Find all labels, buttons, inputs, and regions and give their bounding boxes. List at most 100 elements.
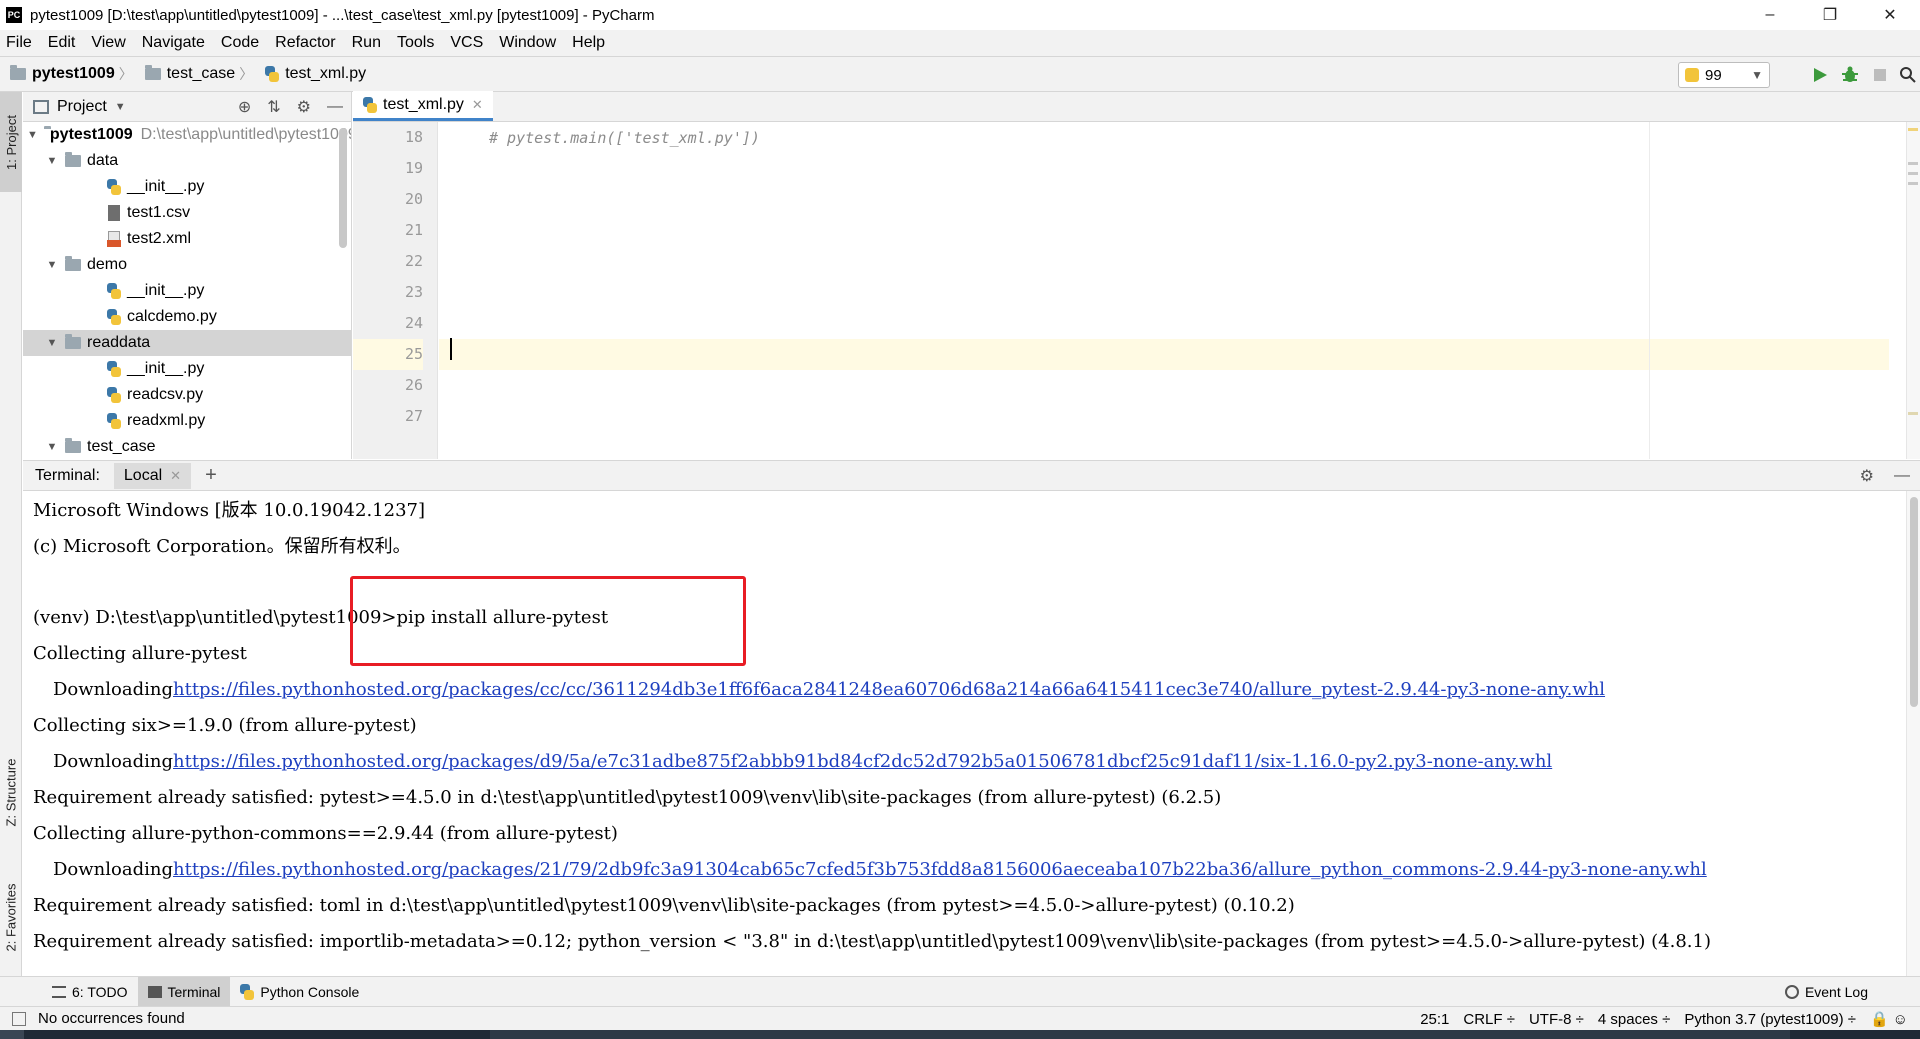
code-line[interactable]: # pytest.main(['test_xml.py']) [439, 122, 1889, 153]
terminal-line: Downloading https://files.pythonhosted.o… [33, 851, 1893, 887]
editor-scrollbar[interactable] [1906, 122, 1920, 459]
file-encoding[interactable]: UTF-8 ÷ [1529, 1011, 1584, 1028]
breadcrumb-folder[interactable]: test_case 〉 [144, 64, 259, 84]
folder-icon [65, 152, 81, 167]
breadcrumb-project[interactable]: pytest1009 〉 [10, 64, 139, 84]
terminal-tab-local[interactable]: Local ✕ [113, 462, 192, 489]
hide-icon[interactable]: — [327, 98, 343, 116]
chevron-down-icon[interactable]: ▼ [45, 155, 59, 167]
chevron-down-icon[interactable]: ▼ [45, 441, 59, 453]
gear-icon[interactable]: ⚙ [1860, 466, 1874, 486]
editor: test_xml.py ✕ 18 19 20 21 22 23 24 25 26… [353, 91, 1920, 459]
terminal-text: Requirement already satisfied: importlib… [33, 930, 1711, 952]
menu-refactor[interactable]: Refactor [275, 34, 335, 52]
tree-item-label: readxml.py [127, 412, 206, 429]
python-console-icon [240, 983, 255, 1000]
menu-view[interactable]: View [91, 34, 125, 52]
gear-icon[interactable]: ⚙ [297, 97, 311, 117]
run-icon[interactable] [1810, 65, 1830, 85]
download-link[interactable]: https://files.pythonhosted.org/packages/… [173, 751, 1552, 772]
tree-item-demo[interactable]: ▼ demo [23, 252, 351, 278]
indent-setting[interactable]: 4 spaces ÷ [1598, 1011, 1670, 1028]
chevron-down-icon[interactable]: ▼ [45, 259, 59, 271]
project-scrollbar[interactable] [339, 128, 347, 248]
tree-item-file[interactable]: __init__.py [23, 278, 351, 304]
tree-item-readdata[interactable]: ▼ readdata [23, 330, 351, 356]
terminal-text: Downloading [53, 858, 173, 880]
menu-window[interactable]: Window [499, 34, 556, 52]
tree-item-root[interactable]: ▼ pytest1009 D:\test\app\untitled\pytest… [23, 122, 351, 148]
terminal-tab-label: Local [123, 466, 163, 484]
tree-item-file[interactable]: calcdemo.py [23, 304, 351, 330]
menu-code[interactable]: Code [221, 34, 259, 52]
tree-item-file[interactable]: __init__.py [23, 174, 351, 200]
breadcrumb-file[interactable]: test_xml.py [265, 65, 366, 83]
menu-help[interactable]: Help [572, 34, 605, 52]
inspector-icon[interactable]: ☺ [1893, 1011, 1908, 1028]
tree-item-file[interactable]: readcsv.py [23, 382, 351, 408]
line-number: 24 [404, 314, 423, 332]
tool-window-terminal[interactable]: Terminal [137, 976, 231, 1007]
minimize-button[interactable]: – [1740, 0, 1800, 30]
tree-item-data[interactable]: ▼ data [23, 148, 351, 174]
tree-item-label: demo [87, 256, 128, 273]
tree-item-label: __init__.py [127, 360, 205, 377]
terminal-scrollbar[interactable] [1906, 491, 1920, 977]
add-terminal-icon[interactable]: + [205, 464, 217, 487]
close-button[interactable]: ✕ [1860, 0, 1920, 30]
tree-item-label: test2.xml [127, 230, 192, 247]
chevron-down-icon[interactable]: ▼ [27, 129, 38, 141]
run-config-label: 99 [1705, 66, 1722, 84]
close-tab-icon[interactable]: ✕ [472, 97, 483, 113]
os-taskbar [0, 1030, 1920, 1039]
terminal-line: Downloading https://files.pythonhosted.o… [33, 671, 1893, 707]
debug-icon[interactable] [1840, 65, 1860, 85]
terminal-output[interactable]: Microsoft Windows [版本 10.0.19042.1237] (… [33, 491, 1893, 977]
menu-navigate[interactable]: Navigate [142, 34, 205, 52]
tree-item-file[interactable]: readxml.py [23, 408, 351, 434]
python-interpreter[interactable]: Python 3.7 (pytest1009) ÷ [1684, 1011, 1856, 1028]
tool-tab-structure[interactable]: Z: Structure [0, 732, 22, 852]
python-file-icon [265, 66, 280, 82]
chevron-down-icon[interactable]: ▼ [45, 337, 59, 349]
tree-item-file[interactable]: __init__.py [23, 356, 351, 382]
line-separator[interactable]: CRLF ÷ [1463, 1011, 1515, 1028]
tool-tab-favorites[interactable]: 2: Favorites [0, 862, 22, 972]
tab-test-xml[interactable]: test_xml.py ✕ [353, 91, 493, 121]
code-line-current[interactable] [439, 339, 1889, 370]
project-panel-title[interactable]: Project [57, 98, 107, 116]
menu-run[interactable]: Run [352, 34, 381, 52]
lock-icon[interactable]: 🔒 [1870, 1010, 1889, 1028]
restore-button[interactable]: ❐ [1800, 0, 1860, 30]
terminal-text: Requirement already satisfied: pytest>=4… [33, 786, 1222, 808]
terminal-title: Terminal: [35, 466, 100, 484]
tree-item-test-case[interactable]: ▼ test_case [23, 434, 351, 459]
tool-window-event-log[interactable]: Event Log [1775, 977, 1878, 1007]
locate-icon[interactable]: ⊕ [238, 97, 251, 117]
search-icon[interactable] [1898, 65, 1918, 85]
menu-file[interactable]: File [6, 34, 32, 52]
collapse-all-icon[interactable]: ⇅ [267, 97, 280, 117]
menu-edit[interactable]: Edit [48, 34, 76, 52]
menu-tools[interactable]: Tools [397, 34, 434, 52]
menu-vcs[interactable]: VCS [450, 34, 483, 52]
caret-position[interactable]: 25:1 [1420, 1011, 1449, 1028]
text-caret [450, 338, 452, 360]
terminal-text: Downloading [53, 678, 173, 700]
tree-item-file[interactable]: test1.csv [23, 200, 351, 226]
stop-icon[interactable] [1870, 65, 1890, 85]
status-toggle-icon[interactable] [12, 1011, 26, 1026]
tool-window-todo[interactable]: 6: TODO [42, 977, 138, 1007]
tool-window-python-console[interactable]: Python Console [230, 977, 369, 1007]
download-link[interactable]: https://files.pythonhosted.org/packages/… [173, 859, 1707, 880]
hide-icon[interactable]: — [1894, 467, 1910, 485]
terminal-line: Requirement already satisfied: importlib… [33, 923, 1893, 959]
tree-item-file[interactable]: test2.xml [23, 226, 351, 252]
download-link[interactable]: https://files.pythonhosted.org/packages/… [173, 679, 1605, 700]
line-number: 19 [404, 159, 423, 177]
chevron-down-icon[interactable]: ▼ [115, 101, 126, 113]
close-tab-icon[interactable]: ✕ [170, 468, 181, 484]
python-file-icon [107, 283, 121, 299]
tool-tab-project[interactable]: 1: Project [0, 92, 22, 192]
run-configuration-dropdown[interactable]: 99 ▼ [1678, 62, 1770, 88]
